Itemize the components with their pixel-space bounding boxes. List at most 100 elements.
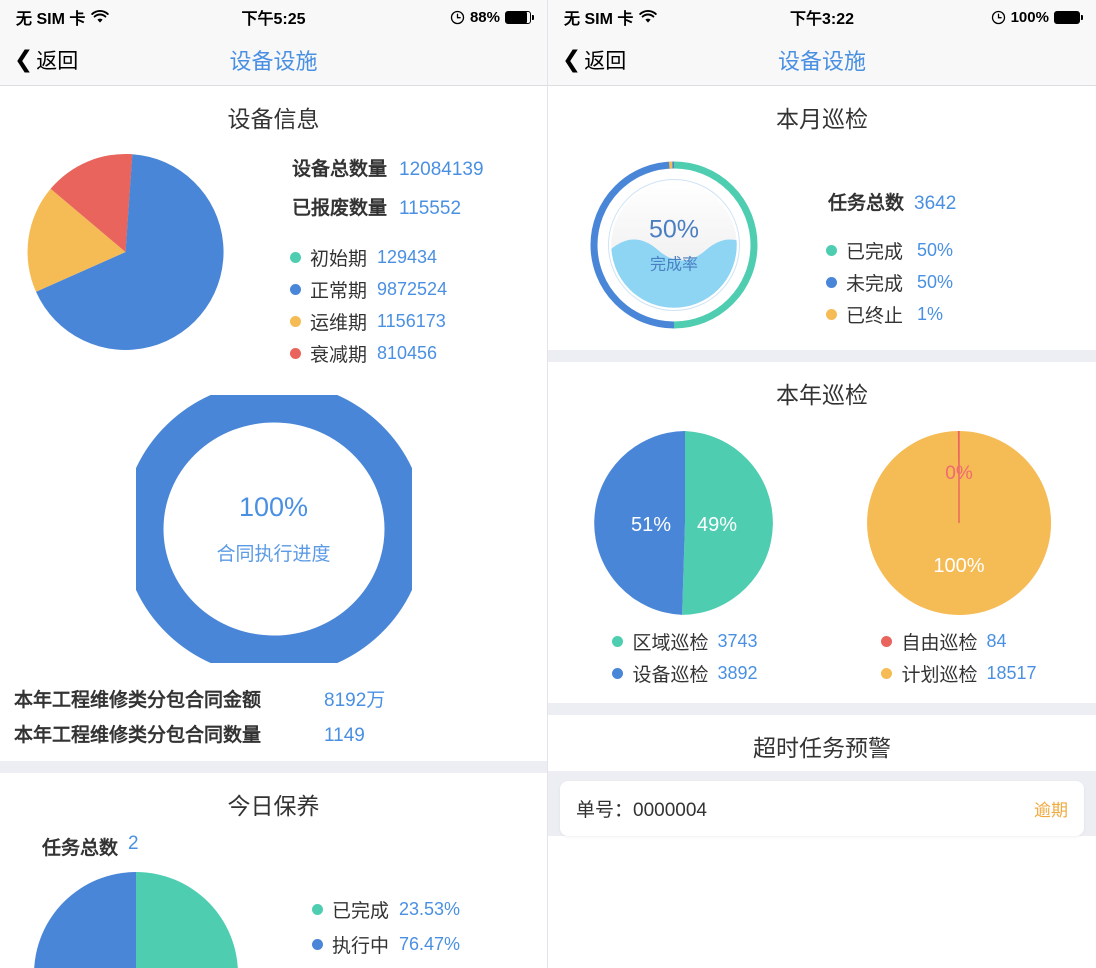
legend-label: 设备巡检	[632, 665, 709, 686]
overtime-warning-title: 超时任务预警	[753, 735, 891, 761]
legend-color-dot	[612, 668, 624, 679]
status-bar-right: 100%	[910, 8, 1083, 26]
today-total-value: 2	[128, 833, 139, 854]
list-item[interactable]: 执行中 76.47%	[312, 931, 547, 958]
year-pie-right-label-1: 100%	[933, 555, 984, 577]
year-pie-right-wrap[interactable]: 0% 100%	[822, 428, 1096, 618]
year-inspection-charts: 51% 49% 0% 100%	[548, 418, 1096, 622]
list-item[interactable]: 自由巡检 84	[881, 628, 1036, 655]
overtime-warning-list: 单号：0000004 逾期	[548, 771, 1096, 836]
contract-amount-row: 本年工程维修类分包合同金额 8192万	[14, 681, 547, 716]
year-pie-right-label-0: 0%	[945, 463, 973, 484]
page-title: 设备设施	[777, 48, 866, 74]
battery-percent: 100%	[1010, 8, 1049, 26]
order-number: 单号：0000004	[576, 800, 707, 821]
list-item[interactable]: 已完成 50%	[826, 237, 1096, 264]
list-item[interactable]: 衰减期 810456	[290, 340, 547, 367]
wave-gauge: 50% 完成率	[587, 158, 761, 332]
equipment-scrapped-label: 已报废数量	[292, 198, 388, 219]
equipment-scrapped-row: 已报废数量 115552	[292, 193, 461, 220]
status-bar-left: 无 SIM 卡	[564, 5, 734, 29]
status-bar-time: 下午5:25	[241, 11, 306, 28]
year-pie-left-label-0: 49%	[697, 514, 737, 536]
page-title: 设备设施	[229, 48, 318, 74]
section-divider	[548, 703, 1096, 715]
list-item[interactable]: 初始期 129434	[290, 244, 547, 271]
year-pie-left-wrap[interactable]: 51% 49%	[548, 428, 822, 618]
list-item[interactable]: 设备巡检 3892	[612, 660, 758, 687]
list-item[interactable]: 区域巡检 3743	[612, 628, 758, 655]
back-button[interactable]: ❮ 返回	[548, 45, 626, 75]
legend-value: 3743	[717, 631, 758, 651]
list-item[interactable]: 计划巡检 18517	[881, 660, 1037, 687]
year-legend-right: 自由巡检 84 计划巡检 18517	[822, 628, 1096, 687]
legend-value: 18517	[986, 663, 1037, 683]
status-badge: 逾期	[1034, 801, 1068, 820]
battery-icon	[1053, 10, 1083, 24]
year-legend-col-2: 自由巡检 84 计划巡检 18517	[881, 628, 1037, 687]
table-row[interactable]: 单号：0000004 逾期	[560, 781, 1084, 836]
alarm-lock-icon	[991, 10, 1006, 25]
today-maintenance-title: 今日保养	[227, 793, 320, 819]
wifi-icon	[91, 10, 110, 24]
today-legend: 已完成 23.53% 执行中 76.47%	[290, 864, 547, 958]
legend-label: 运维期	[310, 313, 368, 334]
legend-color-dot	[881, 668, 893, 679]
legend-color-dot	[881, 636, 893, 647]
legend-value: 1%	[917, 304, 944, 324]
legend-label: 区域巡检	[632, 633, 709, 654]
legend-value: 1156173	[377, 311, 446, 331]
legend-label: 已完成	[846, 242, 904, 263]
equipment-info-section: 设备信息 设备总数量 12084139 已报废数量 115552 初始期 129…	[0, 86, 547, 761]
phone-screen-right: 无 SIM 卡 下午3:22 100% ❮ 返回 设备设施 本月巡检 50% 完…	[548, 0, 1096, 968]
today-total-row: 任务总数 2	[0, 829, 547, 860]
legend-label: 执行中	[332, 936, 390, 957]
overtime-warning-section: 超时任务预警 单号：0000004 逾期	[548, 715, 1096, 836]
equipment-total-row: 设备总数量 12084139	[292, 154, 484, 181]
nav-bar: ❮ 返回 设备设施	[0, 34, 547, 86]
carrier-label: 无 SIM 卡	[564, 11, 634, 28]
list-item[interactable]: 已终止 1%	[826, 301, 1096, 328]
status-bar-right: 88%	[361, 9, 534, 26]
legend-color-dot	[826, 245, 837, 256]
completion-gauge[interactable]: 50% 完成率	[548, 150, 800, 332]
equipment-pie-chart[interactable]	[0, 146, 250, 367]
contract-donut: 100% 合同执行进度	[135, 395, 412, 663]
contract-amount-value: 8192万	[324, 690, 386, 711]
legend-label: 已完成	[332, 901, 390, 922]
today-pie-chart[interactable]	[0, 864, 272, 968]
list-item[interactable]: 运维期 1156173	[290, 308, 547, 335]
legend-color-dot	[826, 309, 837, 320]
section-divider	[548, 350, 1096, 362]
month-total-row: 任务总数 3642	[800, 188, 1096, 215]
year-pie-left-label-1: 51%	[631, 514, 671, 536]
legend-value: 9872524	[377, 279, 448, 299]
equipment-info-title: 设备信息	[227, 106, 320, 132]
month-inspection-title: 本月巡检	[776, 106, 868, 132]
chevron-left-icon: ❮	[562, 46, 582, 72]
carrier-label: 无 SIM 卡	[16, 11, 86, 28]
today-legend-wrap: 已完成 23.53% 执行中 76.47%	[272, 864, 547, 968]
status-bar: 无 SIM 卡 下午5:25 88%	[0, 0, 547, 34]
equipment-pie-svg	[27, 153, 224, 350]
dual-phone-screenshot: 无 SIM 卡 下午5:25 88% ❮ 返回 设备设施 设备信息 设备总数量 …	[0, 0, 1096, 968]
legend-label: 计划巡检	[901, 665, 978, 686]
alarm-lock-icon	[450, 10, 465, 25]
month-inspection-section: 本月巡检 50% 完成率 任务总数 3642 已完成 50% 未完成 50% 已…	[548, 86, 1096, 350]
legend-color-dot	[290, 252, 301, 263]
legend-color-dot	[290, 316, 301, 327]
year-legend-left: 区域巡检 3743 设备巡检 3892	[548, 628, 822, 687]
contract-progress-chart[interactable]: 100% 合同执行进度	[0, 377, 547, 677]
contract-donut-center: 100% 合同执行进度	[136, 395, 412, 663]
list-item[interactable]: 正常期 9872524	[290, 276, 547, 303]
back-button[interactable]: ❮ 返回	[0, 45, 78, 75]
list-item[interactable]: 未完成 50%	[826, 269, 1096, 296]
today-pie-svg	[34, 872, 238, 968]
equipment-totals: 设备总数量 12084139 已报废数量 115552	[250, 154, 547, 220]
chevron-left-icon: ❮	[14, 46, 34, 72]
contract-percent: 100%	[238, 492, 309, 522]
equipment-scrapped-value: 115552	[399, 198, 462, 219]
month-legend: 已完成 50% 未完成 50% 已终止 1%	[800, 237, 1096, 328]
list-item[interactable]: 已完成 23.53%	[312, 896, 547, 923]
legend-label: 正常期	[310, 281, 368, 302]
